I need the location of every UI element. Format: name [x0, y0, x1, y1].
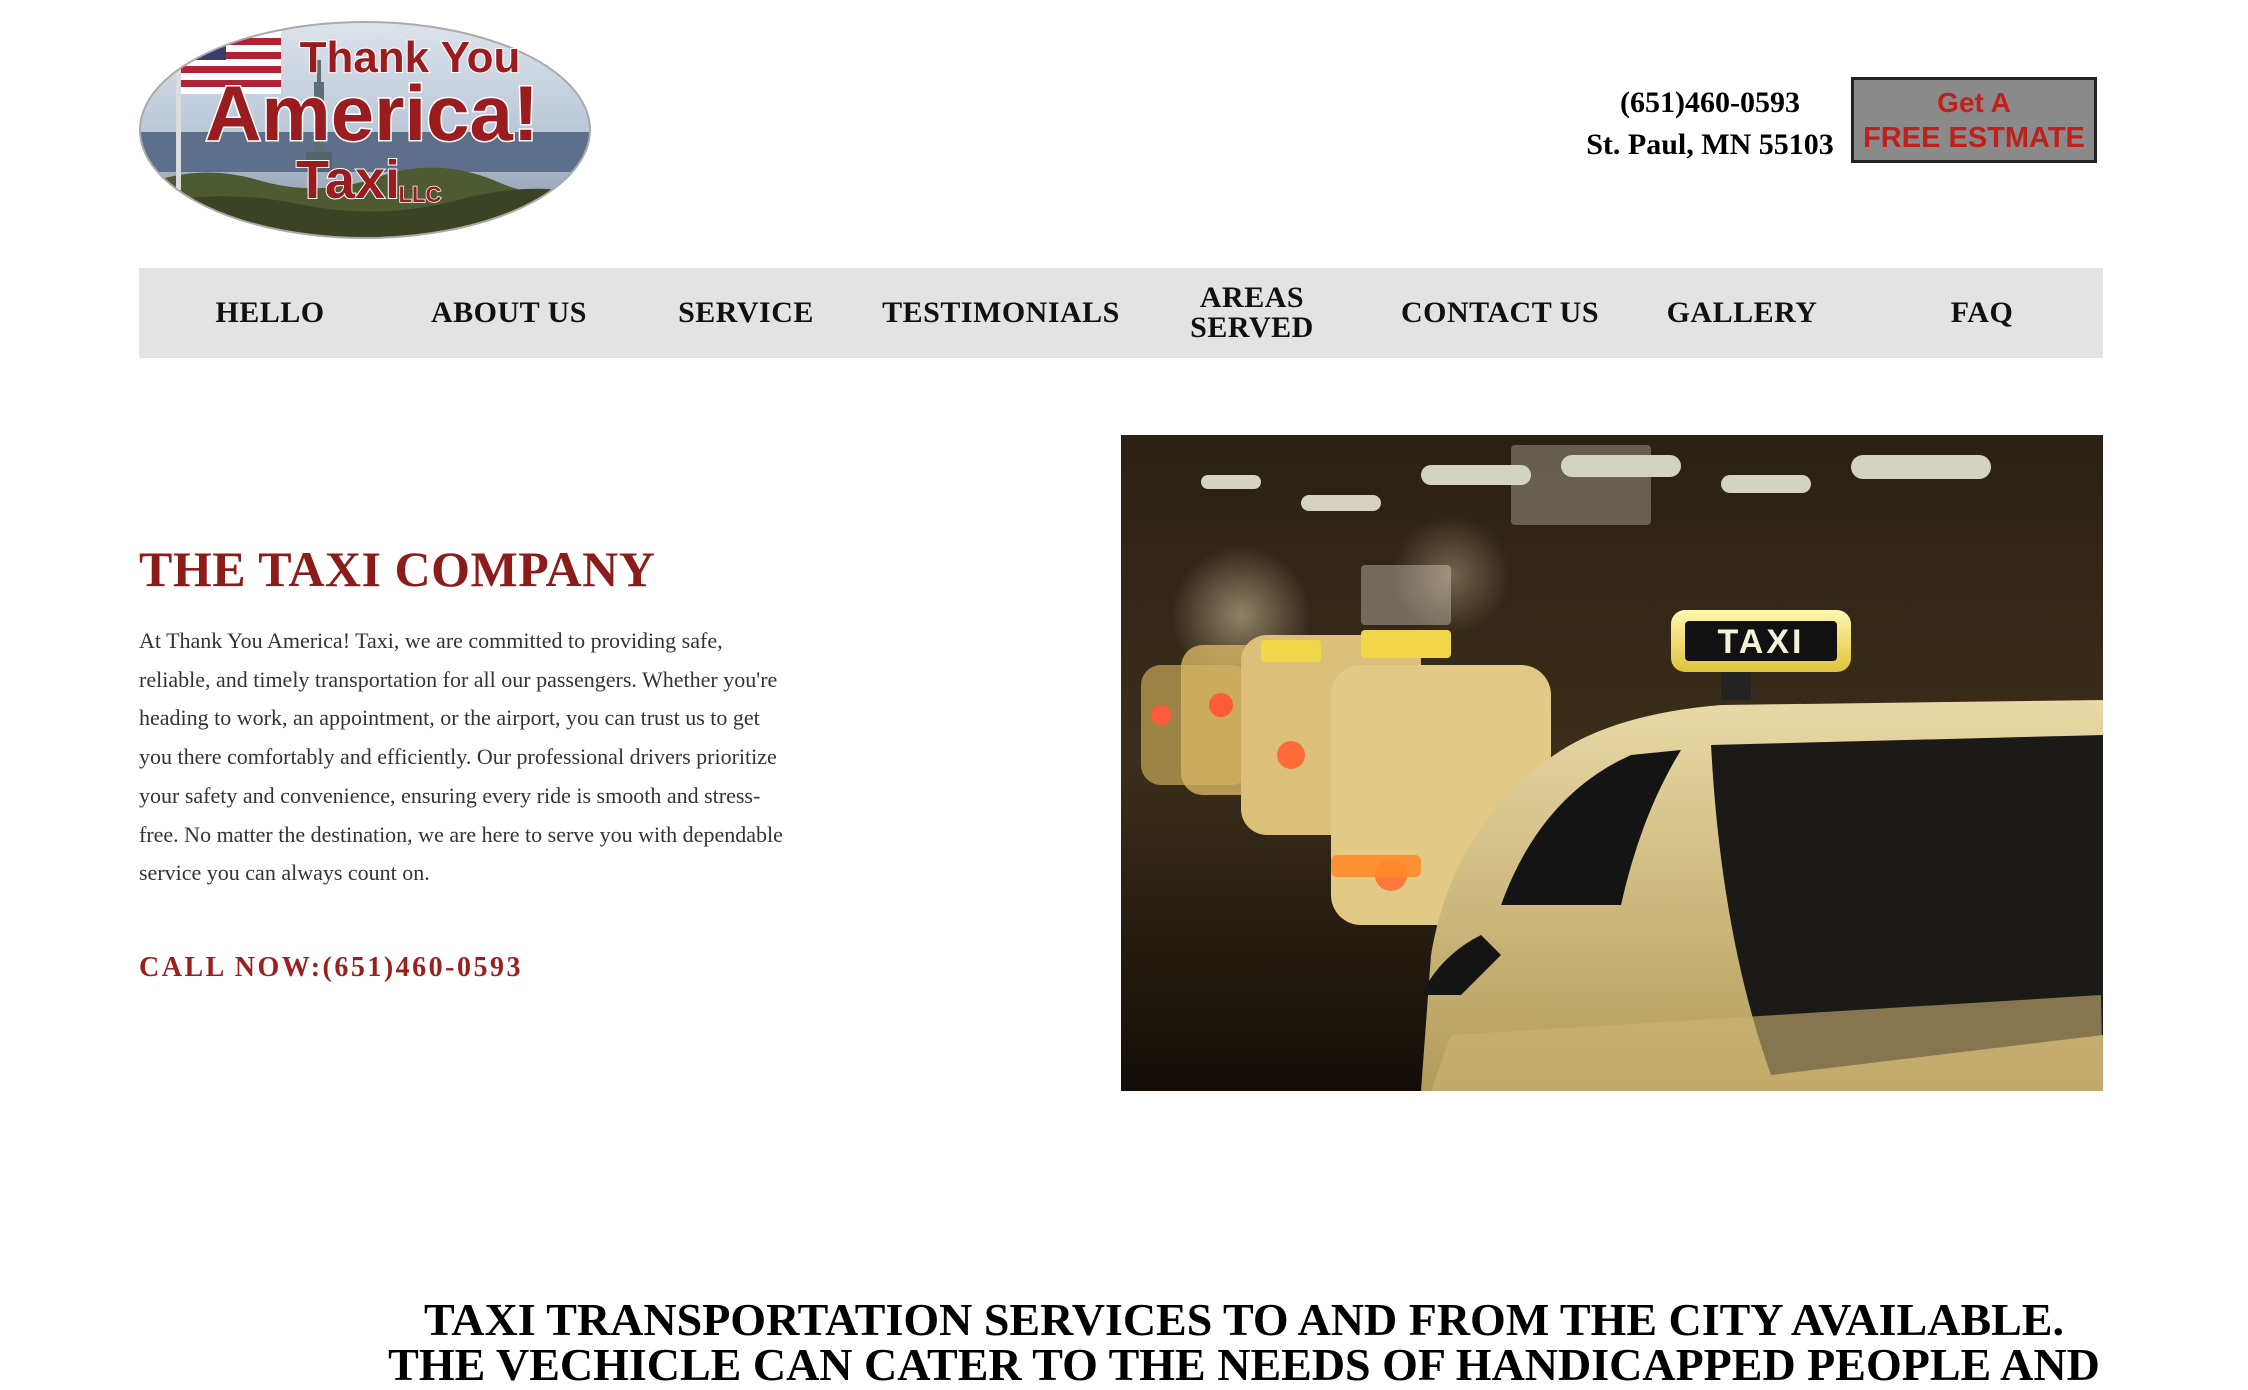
call-now-link[interactable]: CALL NOW:(651)460-0593	[139, 952, 523, 984]
logo-suffix: LLC	[399, 182, 442, 207]
logo-line3: Taxi	[296, 150, 400, 210]
nav-item-areas-served[interactable]: AREAS SERVED	[1127, 283, 1377, 343]
free-estimate-button[interactable]: Get A FREE ESTMATE	[1851, 77, 2097, 163]
logo-emblem: Thank You America! Taxi LLC	[139, 21, 591, 239]
nav-item-contact-us[interactable]: CONTACT US	[1377, 298, 1623, 328]
main-nav: HELLO ABOUT US SERVICE TESTIMONIALS AREA…	[139, 268, 2103, 358]
header-address: St. Paul, MN 55103	[1586, 128, 1834, 161]
nav-item-about-us[interactable]: ABOUT US	[401, 298, 617, 328]
nav-item-service[interactable]: SERVICE	[617, 298, 875, 328]
estimate-line2: FREE ESTMATE	[1863, 122, 2085, 154]
nav-item-gallery[interactable]: GALLERY	[1623, 298, 1861, 328]
estimate-line1: Get A	[1937, 87, 2011, 118]
header-contact: (651)460-0593 St. Paul, MN 55103	[1582, 82, 1838, 166]
services-banner: TAXI TRANSPORTATION SERVICES TO AND FROM…	[0, 1294, 2248, 1390]
banner-line1: TAXI TRANSPORTATION SERVICES TO AND FROM…	[424, 1294, 2064, 1345]
taxi-photo-illustration: TAXI	[1121, 435, 2103, 1091]
hero-title: THE TAXI COMPANY	[139, 541, 656, 597]
taxi-sign-text: TAXI	[1718, 623, 1805, 661]
header-phone[interactable]: (651)460-0593	[1582, 82, 1838, 124]
nav-item-testimonials[interactable]: TESTIMONIALS	[875, 298, 1127, 328]
banner-line2: THE VECHICLE CAN CATER TO THE NEEDS OF H…	[388, 1339, 2100, 1390]
nav-item-faq[interactable]: FAQ	[1861, 298, 2103, 328]
nav-item-hello[interactable]: HELLO	[139, 298, 401, 328]
hero-description: At Thank You America! Taxi, we are commi…	[139, 628, 783, 886]
taxi-photo: TAXI	[1121, 435, 2103, 1091]
logo-line2: America!	[205, 69, 539, 157]
company-logo[interactable]: Thank You America! Taxi LLC	[138, 12, 592, 240]
